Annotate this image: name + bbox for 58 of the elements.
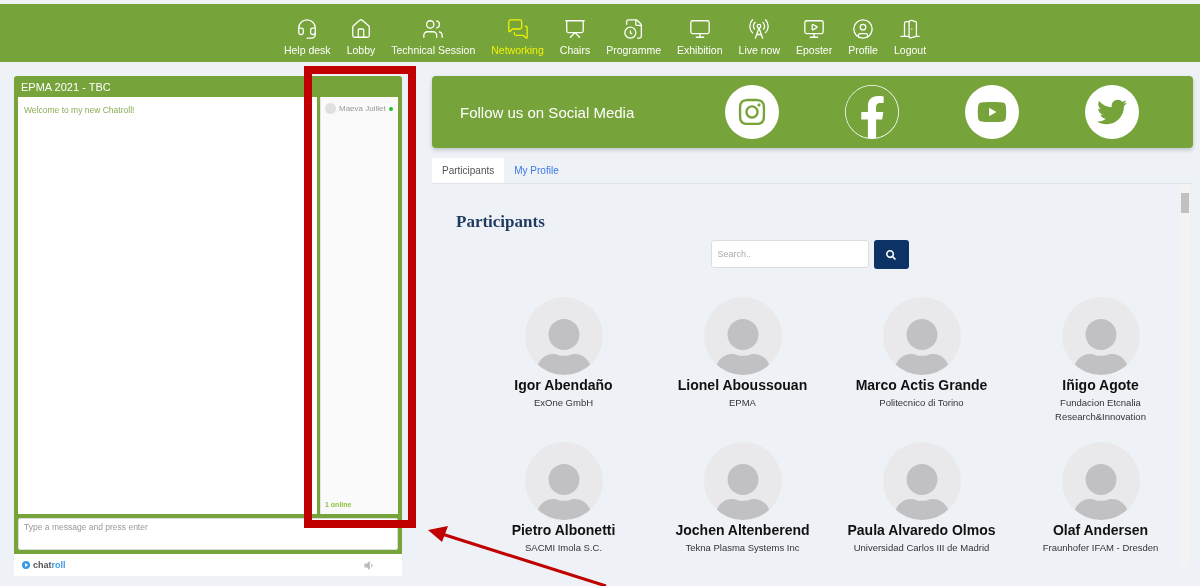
house-icon bbox=[349, 18, 372, 40]
user-name: Maeva Juillet bbox=[339, 104, 386, 113]
avatar-icon bbox=[325, 103, 336, 114]
scrollbar[interactable] bbox=[1180, 184, 1190, 566]
message-input[interactable]: Type a message and press enter bbox=[18, 518, 398, 550]
participant-name[interactable]: Paula Alvaredo Olmos bbox=[847, 522, 996, 538]
lectern-icon bbox=[564, 18, 586, 40]
search-icon bbox=[886, 249, 896, 260]
instagram-icon[interactable] bbox=[725, 85, 779, 139]
play-circle-icon bbox=[22, 561, 30, 569]
nav-item[interactable]: Logout bbox=[885, 18, 935, 56]
user-icon bbox=[852, 18, 875, 40]
participant-name[interactable]: Marco Actis Grande bbox=[855, 377, 988, 393]
chat-title: EPMA 2021 - TBC bbox=[20, 80, 112, 95]
youtube-icon[interactable] bbox=[965, 85, 1019, 139]
participant-organization: Fundacion Etcnalia Research&Innovation bbox=[1054, 396, 1147, 424]
participant-organization: Universidad Carlos III de Madrid bbox=[852, 541, 991, 555]
document-clock-icon bbox=[622, 18, 645, 40]
participant-name[interactable]: Pietro Albonetti bbox=[511, 522, 616, 538]
participant-name[interactable]: Lionel Aboussouan bbox=[677, 377, 808, 393]
social-title: Follow us on Social Media bbox=[460, 103, 636, 121]
monitor-icon bbox=[688, 18, 711, 40]
chat-message: Welcome to my new Chatroll! bbox=[24, 105, 136, 115]
participant-organization: Politecnico di Torino bbox=[878, 396, 965, 410]
facebook-icon[interactable] bbox=[845, 85, 899, 139]
nav-item[interactable]: Technical Session bbox=[383, 18, 484, 56]
search-field[interactable]: Search.. bbox=[710, 240, 869, 268]
participant-organization: EPMA bbox=[728, 396, 757, 410]
nav-item[interactable]: Lobby bbox=[338, 18, 384, 56]
tab[interactable]: Participants bbox=[432, 158, 505, 183]
door-icon bbox=[899, 18, 921, 40]
participant-organization: SACMI Imola S.C. bbox=[523, 541, 604, 555]
participant-organization: ExOne GmbH bbox=[532, 396, 595, 410]
participant-name[interactable]: Igor Abendaño bbox=[514, 377, 613, 393]
participant-name[interactable]: Jochen Altenberend bbox=[675, 522, 810, 538]
participant-organization: Tekna Plasma Systems Inc bbox=[684, 541, 801, 555]
participants-heading: Participants bbox=[456, 212, 546, 232]
speaker-icon[interactable] bbox=[363, 559, 374, 571]
nav-item[interactable]: Networking bbox=[483, 18, 552, 56]
nav-item[interactable]: Live now bbox=[730, 18, 788, 56]
nav-item[interactable]: Profile bbox=[840, 18, 886, 56]
nav-item[interactable]: Programme bbox=[598, 18, 669, 56]
nav-item[interactable]: Exhibition bbox=[669, 18, 731, 56]
nav-item[interactable]: Help desk bbox=[275, 18, 339, 56]
nav-item[interactable]: Eposter bbox=[788, 18, 841, 56]
chat-bubbles-icon bbox=[506, 18, 529, 40]
headset-icon bbox=[296, 18, 319, 40]
tab[interactable]: My Profile bbox=[504, 158, 569, 183]
screen-icon bbox=[803, 18, 826, 40]
twitter-icon[interactable] bbox=[1085, 85, 1139, 139]
chatroll-logo[interactable]: chatroll bbox=[22, 560, 66, 570]
people-icon bbox=[422, 18, 445, 40]
participant-organization: Fraunhofer IFAM - Dresden bbox=[1041, 541, 1160, 555]
participant-name[interactable]: Olaf Andersen bbox=[1052, 522, 1149, 538]
antenna-icon bbox=[748, 18, 771, 40]
nav-item[interactable]: Chairs bbox=[551, 18, 599, 56]
participant-name[interactable]: Iñigo Agote bbox=[1062, 377, 1139, 393]
search-button[interactable] bbox=[873, 240, 909, 269]
